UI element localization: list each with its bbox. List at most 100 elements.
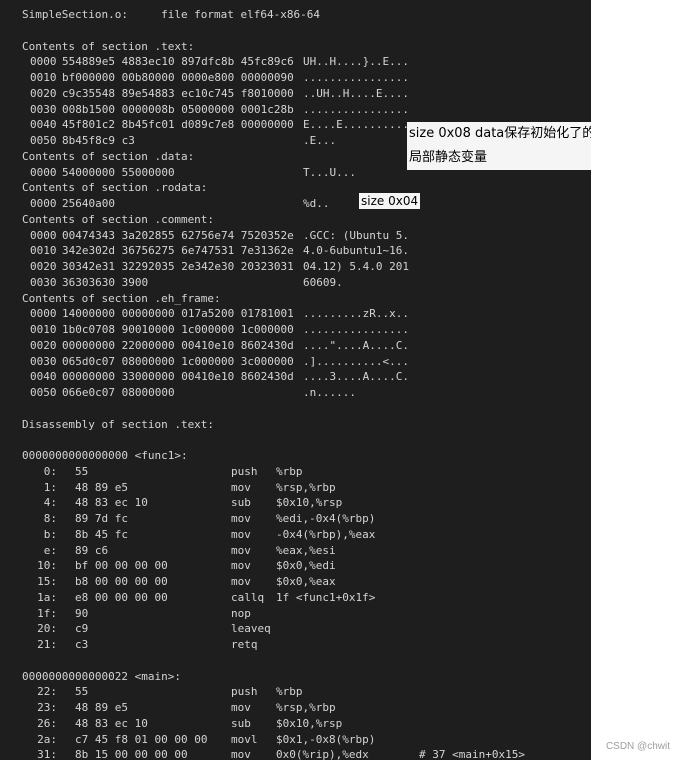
disassembly-title-text: Disassembly of section .text: xyxy=(22,417,215,431)
instruction-address: 23: xyxy=(37,701,57,714)
instruction-address: 20: xyxy=(37,622,57,636)
section-title-text: Contents of section .comment: xyxy=(22,212,215,226)
hex-ascii: ..UH..H....E.... xyxy=(303,86,409,100)
terminal-output: SimpleSection.o: file format elf64-x86-6… xyxy=(0,0,591,760)
instruction-mnemonic: sub xyxy=(231,716,251,730)
hex-offset: 0000 xyxy=(30,228,57,242)
hex-offset: 0000 xyxy=(30,165,57,179)
instruction-address: 2a: xyxy=(37,732,57,746)
hex-offset: 0010 xyxy=(30,71,57,84)
instruction-address: 10: xyxy=(37,559,57,573)
hex-ascii: UH..H....}..E... xyxy=(303,55,409,69)
hex-offset: 0030 xyxy=(30,102,57,116)
hex-offset: 0010 xyxy=(30,323,57,336)
instruction-mnemonic: callq xyxy=(231,590,265,604)
watermark: CSDN @chwit xyxy=(605,741,670,752)
instruction-operands: %eax,%esi xyxy=(276,543,336,557)
instruction-address: 4: xyxy=(43,496,57,510)
hex-bytes: 00000000 33000000 00410e10 8602430d xyxy=(62,370,294,384)
instruction-address: 1: xyxy=(43,480,57,494)
hex-bytes: 065d0c07 08000000 1c000000 3c000000 xyxy=(62,354,294,368)
instruction-mnemonic: movl xyxy=(231,732,258,746)
instruction-bytes: e8 00 00 00 00 xyxy=(75,590,168,604)
instruction-mnemonic: mov xyxy=(231,543,251,557)
hex-bytes: 00000000 22000000 00410e10 8602430d xyxy=(62,338,294,352)
section-title-text: Contents of section .rodata: xyxy=(22,181,208,195)
instruction-address: 15: xyxy=(37,575,57,588)
hex-offset: 0050 xyxy=(30,134,57,147)
hex-ascii: .E... xyxy=(303,134,337,147)
instruction-operands: 0x0(%rip),%edx xyxy=(276,748,369,760)
hex-ascii: .]..........<... xyxy=(303,354,409,368)
hex-offset: 0020 xyxy=(30,338,57,352)
hex-bytes: 30342e31 32292035 2e342e30 20323031 xyxy=(62,260,294,273)
instruction-address: 8: xyxy=(43,512,57,525)
hex-offset: 0000 xyxy=(30,307,57,321)
hex-bytes: 00474343 3a202855 62756e74 7520352e xyxy=(62,228,294,242)
instruction-address: b: xyxy=(43,527,57,541)
instruction-bytes: 48 83 ec 10 xyxy=(75,496,148,510)
instruction-mnemonic: mov xyxy=(231,575,251,588)
instruction-bytes: b8 00 00 00 00 xyxy=(75,575,168,588)
hex-bytes: 1b0c0708 90010000 1c000000 1c000000 xyxy=(62,323,294,336)
instruction-address: e: xyxy=(43,543,57,557)
instruction-operands: %rbp xyxy=(276,685,303,699)
hex-offset: 0000 xyxy=(30,55,57,69)
hex-offset: 0000 xyxy=(30,197,57,210)
instruction-address: 1a: xyxy=(37,590,57,604)
instruction-operands: $0x10,%rsp xyxy=(276,496,343,510)
hex-ascii: 04.12) 5.4.0 201 xyxy=(303,260,409,273)
instruction-mnemonic: nop xyxy=(231,606,251,620)
hex-bytes: 45f801c2 8b45fc01 d089c7e8 00000000 xyxy=(62,118,294,132)
hex-bytes: 342e302d 36756275 6e747531 7e31362e xyxy=(62,244,294,258)
instruction-bytes: 48 83 ec 10 xyxy=(75,716,148,730)
instruction-operands: $0x1,-0x8(%rbp) xyxy=(276,732,376,746)
hex-ascii: %d.. xyxy=(303,197,330,210)
section-title-text: Contents of section .data: xyxy=(22,149,195,163)
hex-bytes: c9c35548 89e54883 ec10c745 f8010000 xyxy=(62,86,294,100)
instruction-bytes: c3 xyxy=(75,638,89,651)
hex-offset: 0040 xyxy=(30,370,57,384)
hex-ascii: .GCC: (Ubuntu 5. xyxy=(303,228,409,242)
instruction-bytes: 8b 45 fc xyxy=(75,527,128,541)
hex-offset: 0030 xyxy=(30,354,57,368)
hex-bytes: bf000000 00b80000 0000e800 00000090 xyxy=(62,71,294,84)
hex-ascii: ....3....A....C. xyxy=(303,370,409,384)
section-title-text: Contents of section .eh_frame: xyxy=(22,291,221,305)
instruction-operands: %rbp xyxy=(276,464,303,478)
instruction-mnemonic: retq xyxy=(231,638,258,651)
instruction-mnemonic: sub xyxy=(231,496,251,510)
instruction-address: 21: xyxy=(37,638,57,651)
instruction-bytes: 89 c6 xyxy=(75,543,109,557)
instruction-address: 22: xyxy=(37,685,57,699)
instruction-address: 0: xyxy=(43,464,57,478)
hex-offset: 0020 xyxy=(30,260,57,273)
hex-bytes: 54000000 55000000 xyxy=(62,165,175,179)
section-title-text: Contents of section .text: xyxy=(22,39,195,53)
instruction-operands: %edi,-0x4(%rbp) xyxy=(276,512,376,525)
instruction-address: 31: xyxy=(37,748,57,760)
function-label-text: 0000000000000000 <func1>: xyxy=(22,449,188,462)
file-header-text: SimpleSection.o: file format elf64-x86-6… xyxy=(22,8,321,21)
instruction-bytes: c9 xyxy=(75,622,89,636)
instruction-mnemonic: mov xyxy=(231,701,251,714)
hex-offset: 0050 xyxy=(30,386,57,399)
instruction-operands: %rsp,%rbp xyxy=(276,480,336,494)
instruction-bytes: bf 00 00 00 00 xyxy=(75,559,168,573)
instruction-mnemonic: mov xyxy=(231,527,251,541)
instruction-address: 1f: xyxy=(37,606,57,620)
instruction-mnemonic: mov xyxy=(231,559,251,573)
instruction-address: 26: xyxy=(37,716,57,730)
function-label-text: 0000000000000022 <main>: xyxy=(22,669,181,683)
hex-offset: 0040 xyxy=(30,118,57,132)
instruction-operands: 1f <func1+0x1f> xyxy=(276,590,376,604)
instruction-mnemonic: leaveq xyxy=(231,622,271,636)
instruction-bytes: c7 45 f8 01 00 00 00 xyxy=(75,732,208,746)
instruction-comment: # 37 <main+0x15> xyxy=(419,748,525,760)
hex-ascii: .........zR..x.. xyxy=(303,307,409,321)
data-section-note: size 0x08 data保存初始化了的全局变量和 局部静态变量 xyxy=(407,122,591,170)
instruction-mnemonic: push xyxy=(231,464,258,478)
hex-bytes: 14000000 00000000 017a5200 01781001 xyxy=(62,307,294,321)
instruction-mnemonic: mov xyxy=(231,480,251,494)
instruction-bytes: 90 xyxy=(75,606,89,620)
